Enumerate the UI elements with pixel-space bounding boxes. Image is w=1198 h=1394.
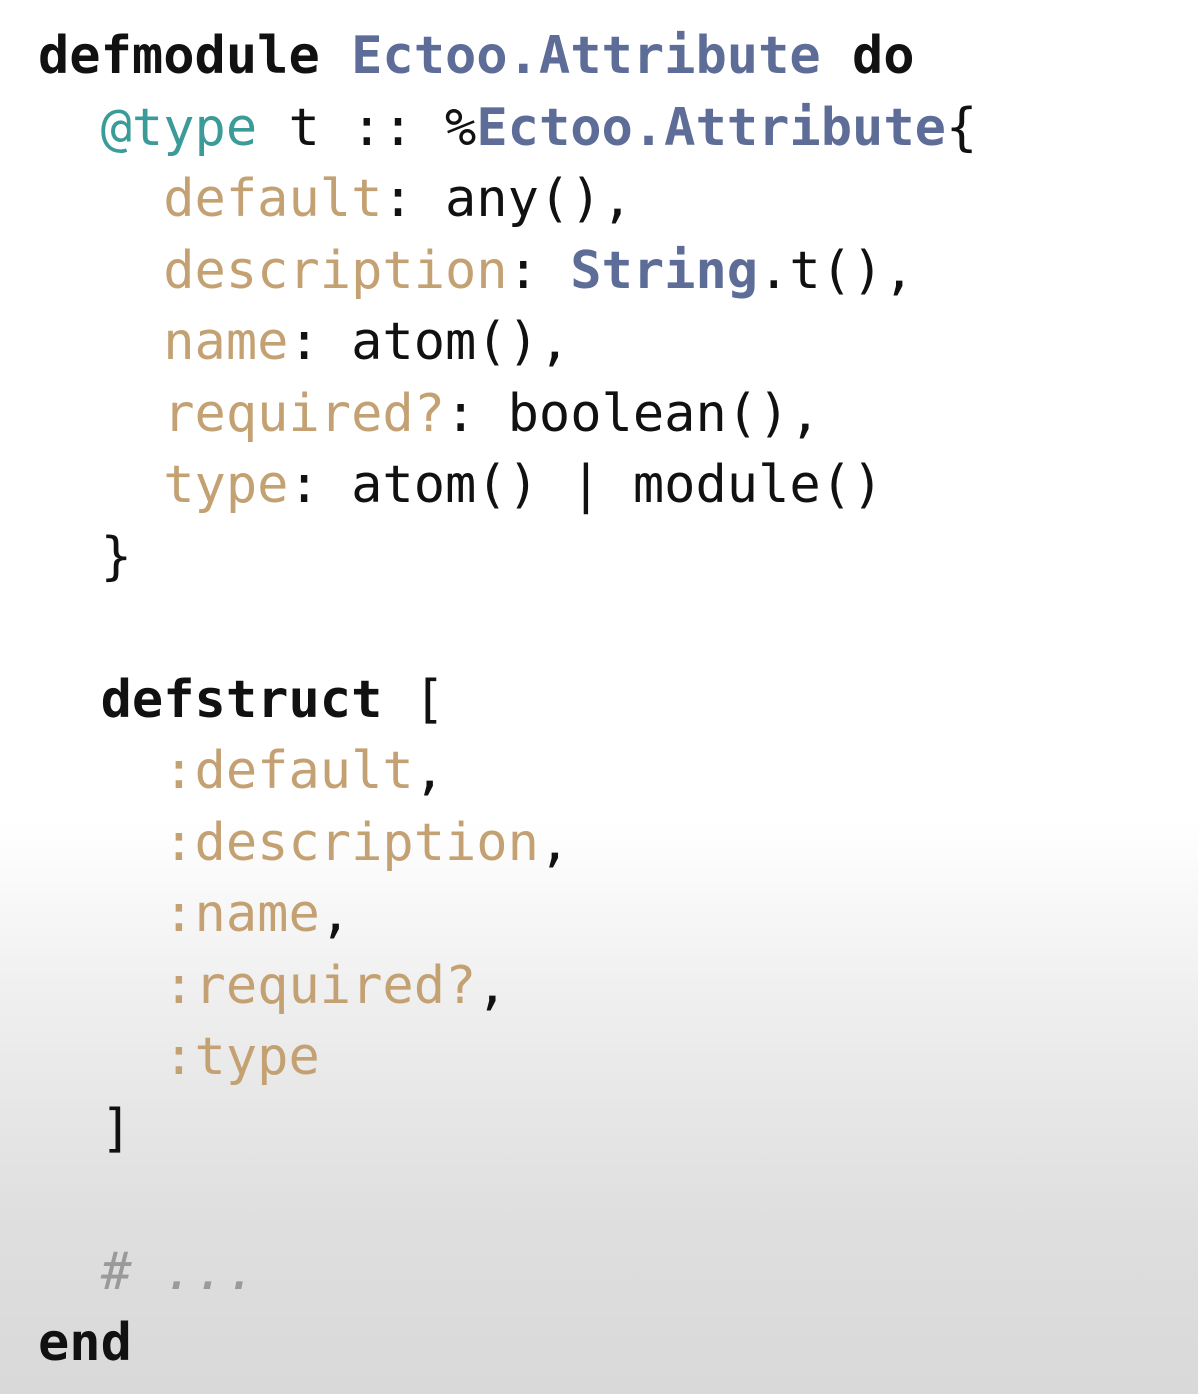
code-line: end [38,1307,132,1379]
code-line: :description, [38,807,570,879]
code-token: :default [163,741,414,801]
code-line: defstruct [ [38,664,445,736]
code-token: : atom() | module() [288,455,884,515]
code-token: t :: % [257,97,477,158]
code-token: :name [163,884,320,944]
code-line: :name, [38,878,351,950]
code-token: [ [382,669,446,730]
code-token: , [476,955,508,1016]
code-token: default [163,169,383,229]
code-line: ] [38,1093,132,1165]
code-token: , [319,884,352,944]
code-token: String [570,240,759,301]
code-line: name: atom(), [38,306,570,378]
code-block: defmodule Ectoo.Attribute do @type t :: … [0,0,1198,1394]
code-token: .t(), [758,240,915,301]
code-token: : boolean(), [445,383,821,444]
code-token: defstruct [100,669,383,730]
code-token: # ... [100,1241,258,1302]
code-token: :required? [163,955,477,1016]
code-token: , [413,741,445,801]
code-token: @type [100,97,258,158]
code-token: : any(), [382,169,633,229]
code-line: defmodule Ectoo.Attribute do [38,20,915,92]
code-token: : [507,240,571,301]
code-token: required? [163,383,445,444]
code-token: { [945,97,978,158]
code-line: @type t :: %Ectoo.Attribute{ [38,92,978,164]
code-token: ] [100,1098,132,1159]
code-token: end [38,1313,132,1373]
code-line: description: String.t(), [38,235,915,307]
code-token: :description [163,812,539,873]
code-token: description [163,240,508,301]
code-line: } [38,521,132,593]
code-line: :type [38,1021,320,1093]
code-token: Ectoo.Attribute [476,97,946,158]
code-token: do [852,26,915,86]
code-token: :type [163,1027,320,1087]
code-token: defmodule [38,26,320,86]
code-line: # ... [38,1236,258,1308]
code-line: default: any(), [38,163,633,235]
code-token: , [538,812,571,873]
code-line: :default, [38,735,445,807]
code-token: Ectoo.Attribute [351,26,821,86]
code-token: name [163,312,289,372]
code-line: type: atom() | module() [38,449,883,521]
code-token: type [163,455,289,515]
code-token: } [100,526,132,587]
code-token: : atom(), [288,312,571,372]
code-line: :required?, [38,950,508,1022]
code-line: required?: boolean(), [38,378,821,450]
